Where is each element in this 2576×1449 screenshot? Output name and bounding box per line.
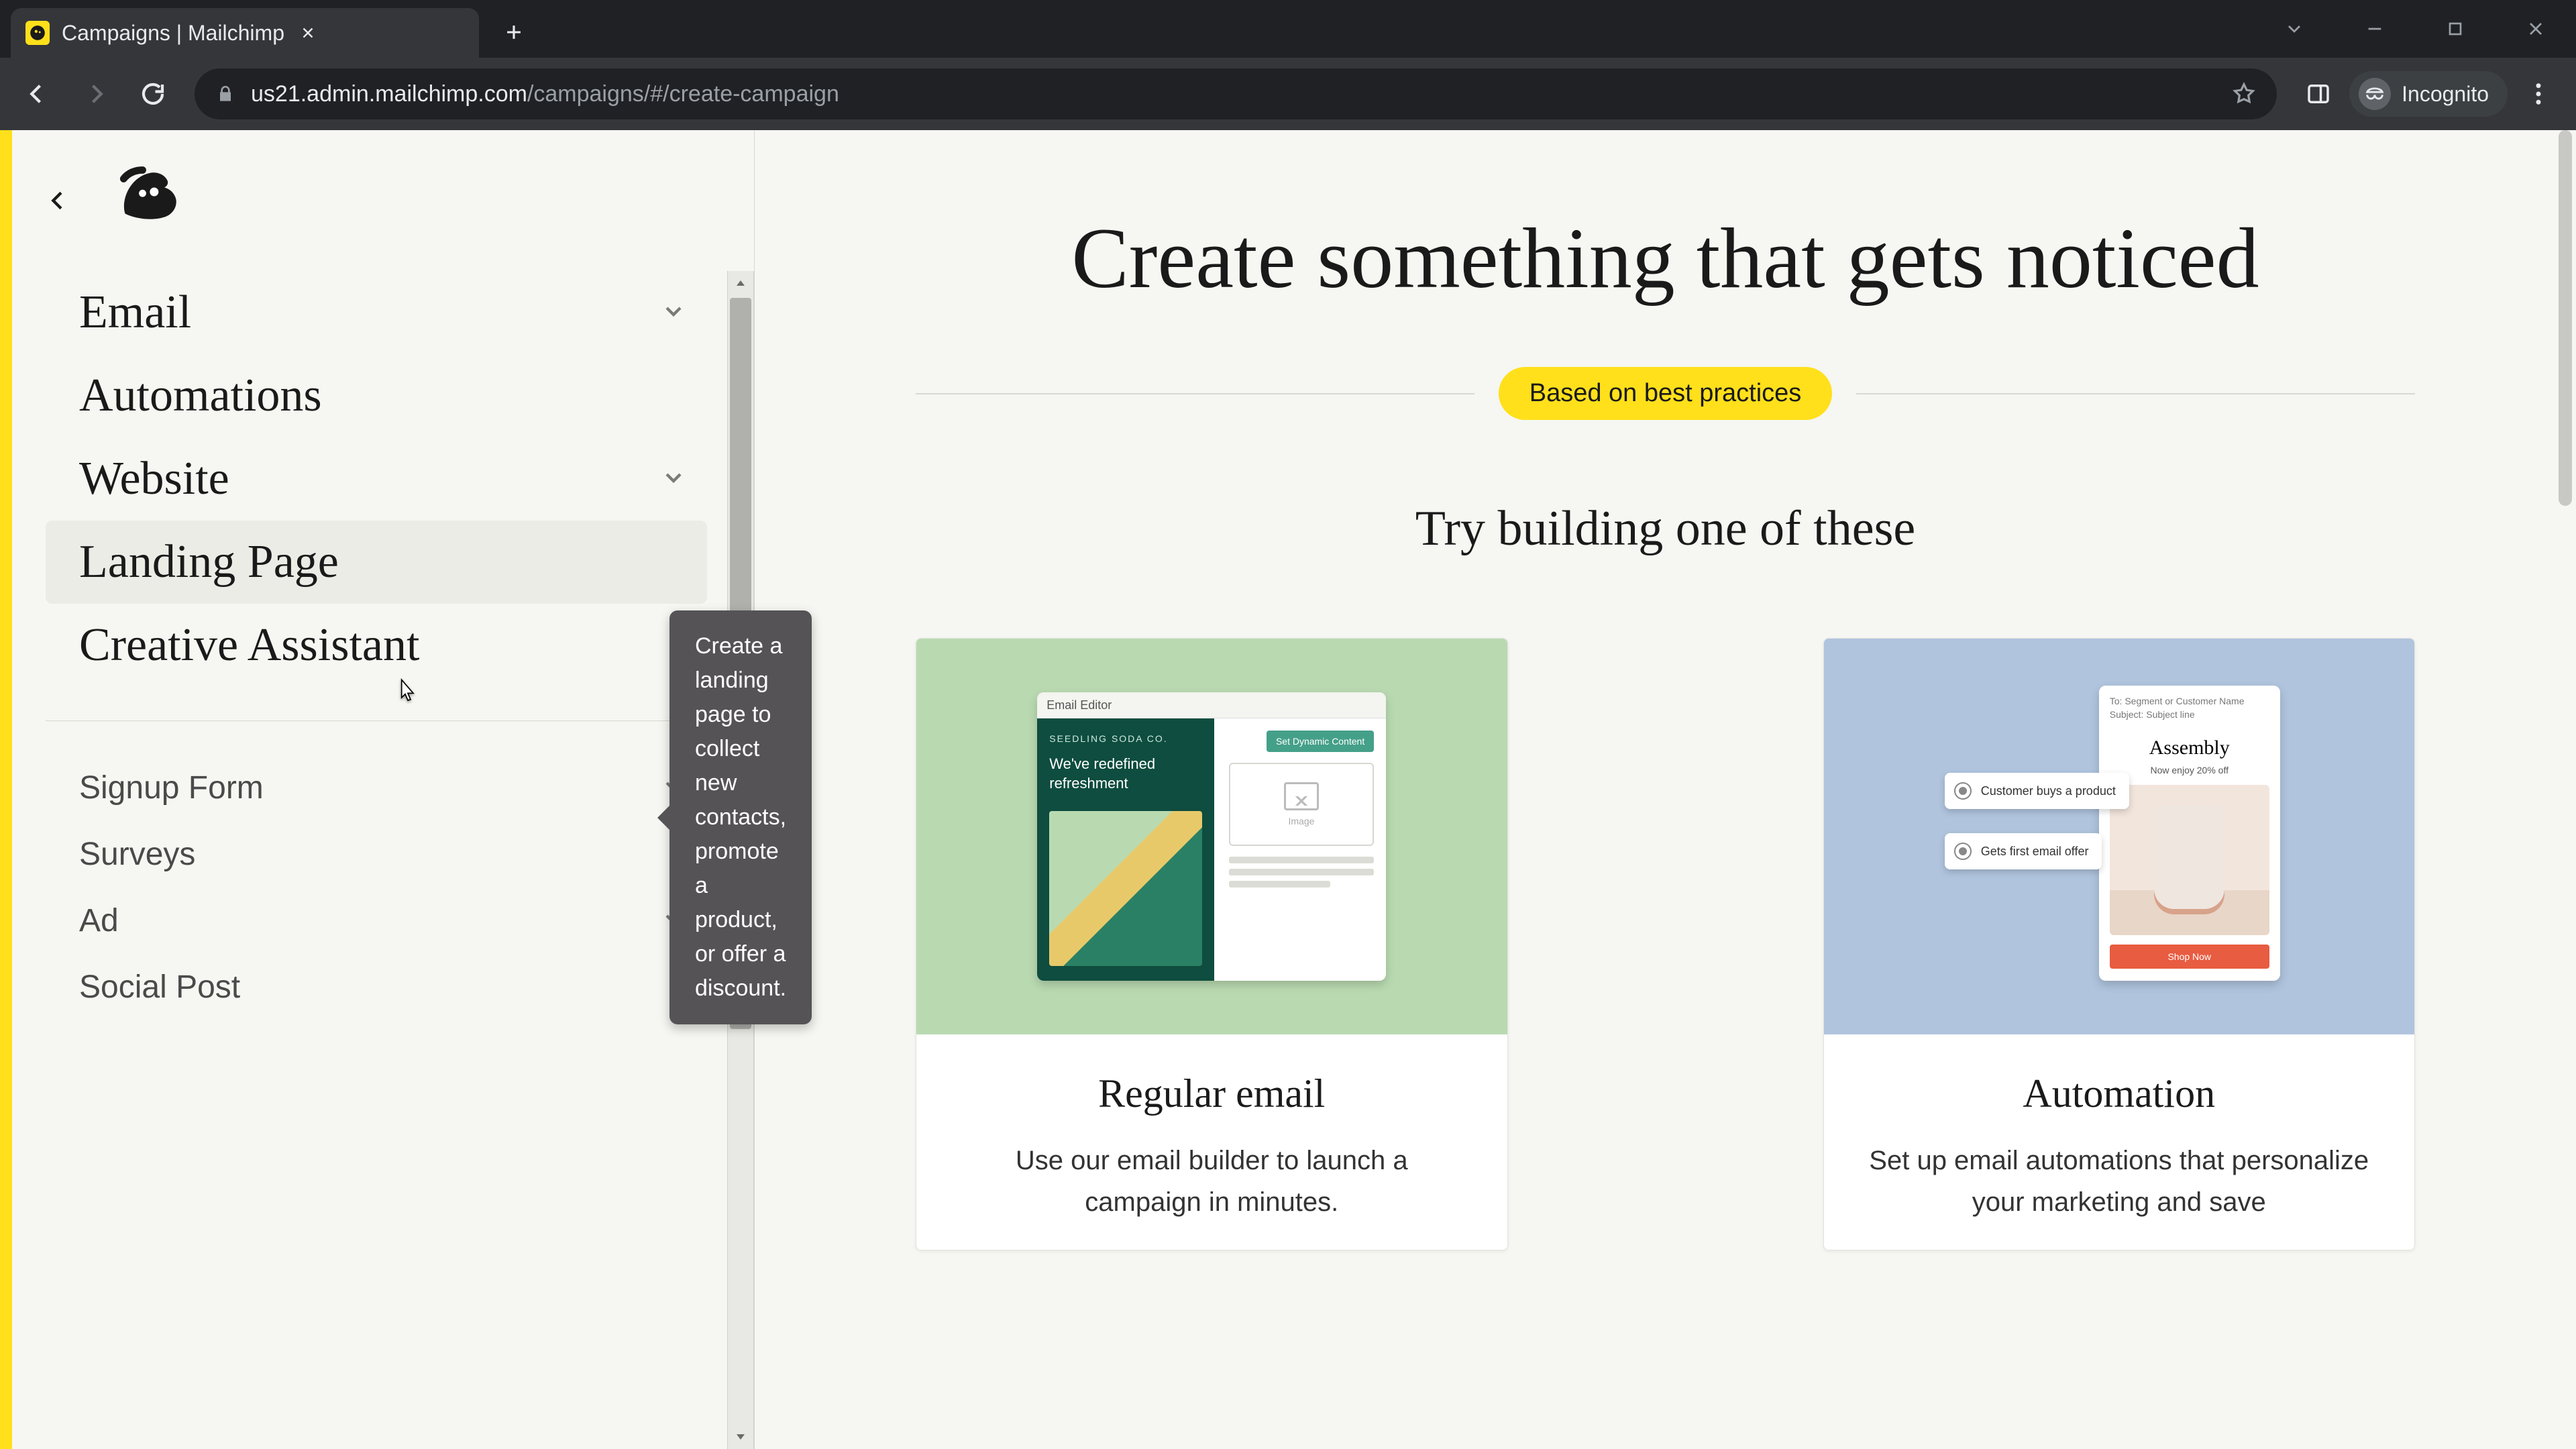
side-panel-button[interactable]	[2293, 68, 2344, 119]
card-hero: Email Editor SEEDLING SODA CO. We've red…	[916, 639, 1507, 1034]
sidebar-header	[12, 130, 754, 271]
chevron-down-icon	[660, 298, 687, 328]
lock-icon	[215, 83, 236, 105]
sidebar-item-email[interactable]: Email	[46, 271, 707, 354]
new-tab-button[interactable]	[495, 13, 533, 51]
sidebar: Email Automations Website Landing Page	[12, 130, 755, 1449]
image-placeholder-icon	[1284, 782, 1319, 810]
sidebar-item-label: Creative Assistant	[79, 619, 419, 672]
sidebar-item-label: Ad	[79, 902, 119, 939]
miniature-button: Set Dynamic Content	[1267, 731, 1374, 752]
sidebar-item-landing-page[interactable]: Landing Page	[46, 521, 707, 604]
window-controls	[2254, 0, 2576, 58]
sidebar-item-website[interactable]: Website	[46, 437, 707, 521]
url-path: /campaigns/#/create-campaign	[527, 81, 839, 107]
miniature-to-line: To: Segment or Customer Name	[2110, 695, 2269, 708]
browser-tab-active[interactable]: Campaigns | Mailchimp	[11, 8, 479, 58]
mailchimp-logo-icon[interactable]	[103, 157, 191, 244]
browser-menu-button[interactable]	[2513, 68, 2564, 119]
sidebar-tooltip: Create a landing page to collect new con…	[669, 610, 812, 1024]
browser-tab-strip: Campaigns | Mailchimp	[0, 0, 2576, 58]
close-tab-button[interactable]	[297, 21, 319, 44]
miniature-slogan: We've redefined refreshment	[1049, 755, 1201, 793]
card-row: Email Editor SEEDLING SODA CO. We've red…	[916, 638, 2415, 1250]
scroll-up-icon[interactable]	[728, 271, 753, 297]
miniature-header: Email Editor	[1037, 692, 1386, 718]
sidebar-item-label: Automations	[79, 369, 322, 423]
mailchimp-favicon-icon	[25, 21, 50, 45]
main-scrollbar[interactable]	[2555, 130, 2576, 1449]
incognito-icon	[2359, 78, 2391, 110]
chip-label: Customer buys a product	[1981, 784, 2116, 798]
sidebar-item-ad[interactable]: Ad	[46, 888, 707, 954]
page-subhead: Try building one of these	[916, 500, 2415, 557]
nav-reload-button[interactable]	[127, 68, 178, 119]
sidebar-item-social-post[interactable]: Social Post	[46, 954, 707, 1020]
scrollbar-thumb[interactable]	[2559, 130, 2572, 506]
radio-icon	[1954, 782, 1972, 800]
sidebar-item-label: Signup Form	[79, 769, 264, 806]
tab-search-button[interactable]	[2254, 0, 2334, 58]
radio-icon	[1954, 843, 1972, 860]
page-headline: Create something that gets noticed	[1062, 211, 2269, 307]
sidebar-nav: Email Automations Website Landing Page	[12, 271, 727, 1449]
miniature-cta: Shop Now	[2110, 945, 2269, 969]
sidebar-item-surveys[interactable]: Surveys	[46, 821, 707, 888]
card-description: Set up email automations that personaliz…	[1864, 1140, 2375, 1223]
sidebar-item-automations[interactable]: Automations	[46, 354, 707, 437]
window-maximize-button[interactable]	[2415, 0, 2496, 58]
sidebar-item-label: Email	[79, 286, 191, 339]
browser-tab-title: Campaigns | Mailchimp	[62, 21, 284, 46]
card-description: Use our email builder to launch a campai…	[957, 1140, 1467, 1223]
card-automation[interactable]: To: Segment or Customer Name Subject: Su…	[1823, 638, 2416, 1250]
miniature-email-panel: To: Segment or Customer Name Subject: Su…	[2099, 686, 2280, 981]
journey-step-chip: Gets first email offer	[1945, 833, 2102, 869]
email-editor-miniature: Email Editor SEEDLING SODA CO. We've red…	[1037, 692, 1386, 981]
tooltip-text: Create a landing page to collect new con…	[695, 633, 786, 1001]
journey-step-chip: Customer buys a product	[1945, 773, 2129, 809]
page-viewport: Email Automations Website Landing Page	[0, 130, 2576, 1449]
miniature-photo-icon	[1049, 811, 1201, 967]
nav-back-button[interactable]	[12, 68, 63, 119]
main-content: Create something that gets noticed Based…	[755, 130, 2576, 1449]
miniature-brand: Assembly	[2099, 737, 2280, 759]
chip-label: Gets first email offer	[1981, 845, 2089, 859]
sidebar-item-signup-form[interactable]: Signup Form	[46, 755, 707, 821]
chevron-down-icon	[660, 464, 687, 494]
url-host: us21.admin.mailchimp.com	[251, 81, 527, 107]
nav-forward-button[interactable]	[70, 68, 121, 119]
sidebar-item-label: Surveys	[79, 836, 195, 873]
pill-divider: Based on best practices	[916, 367, 2415, 420]
automation-miniature: To: Segment or Customer Name Subject: Su…	[1945, 686, 2294, 987]
card-regular-email[interactable]: Email Editor SEEDLING SODA CO. We've red…	[916, 638, 1508, 1250]
card-hero: To: Segment or Customer Name Subject: Su…	[1824, 639, 2415, 1034]
browser-omnibox[interactable]: us21.admin.mailchimp.com/campaigns/#/cre…	[195, 68, 2277, 119]
incognito-label: Incognito	[2402, 82, 2489, 107]
window-minimize-button[interactable]	[2334, 0, 2415, 58]
placeholder-label: Image	[1289, 816, 1315, 826]
sidebar-item-label: Social Post	[79, 969, 240, 1006]
sidebar-back-button[interactable]	[39, 182, 76, 219]
browser-url: us21.admin.mailchimp.com/campaigns/#/cre…	[251, 81, 839, 107]
card-title: Automation	[1864, 1071, 2375, 1117]
brand-stripe	[0, 130, 12, 1449]
scroll-down-icon[interactable]	[728, 1424, 753, 1449]
sidebar-divider	[46, 720, 707, 721]
incognito-indicator[interactable]: Incognito	[2349, 71, 2508, 117]
sidebar-item-creative-assistant[interactable]: Creative Assistant	[46, 604, 707, 687]
browser-toolbar: us21.admin.mailchimp.com/campaigns/#/cre…	[0, 58, 2576, 130]
bookmark-star-button[interactable]	[2231, 81, 2257, 107]
card-title: Regular email	[957, 1071, 1467, 1117]
sidebar-item-label: Website	[79, 452, 229, 506]
best-practices-pill: Based on best practices	[1499, 367, 1833, 420]
miniature-product-icon	[2110, 785, 2269, 936]
miniature-brand: SEEDLING SODA CO.	[1049, 733, 1201, 744]
miniature-subject-line: Subject: Subject line	[2110, 708, 2269, 722]
sidebar-item-label: Landing Page	[79, 535, 339, 589]
window-close-button[interactable]	[2496, 0, 2576, 58]
miniature-image-placeholder: Image	[1229, 763, 1375, 846]
miniature-text-lines-icon	[1229, 857, 1375, 888]
